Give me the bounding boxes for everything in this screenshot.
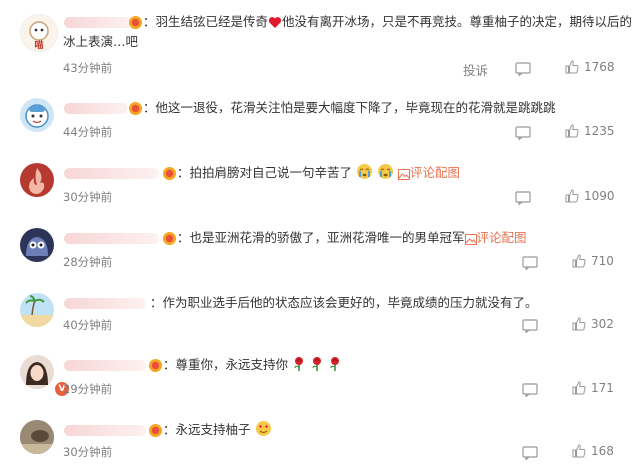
thumbs-up-icon [572, 317, 586, 331]
username-blurred[interactable] [64, 168, 159, 179]
thumbs-up-icon [565, 189, 579, 203]
comment-image-link[interactable]: 评论配图 [477, 230, 527, 245]
username-blurred[interactable] [64, 360, 146, 371]
portrait-avatar-icon [20, 355, 54, 389]
reply-icon[interactable] [515, 62, 531, 76]
like-button[interactable]: 710 [572, 254, 614, 268]
timestamp: 43分钟前 [63, 61, 113, 75]
image-icon [397, 169, 410, 180]
vip-badge-icon [128, 15, 143, 30]
username-blurred[interactable] [64, 103, 128, 114]
like-count: 710 [591, 254, 614, 268]
username-blurred[interactable] [64, 233, 159, 244]
username-blurred[interactable] [64, 17, 132, 28]
reply-icon[interactable] [522, 319, 538, 333]
like-count: 171 [591, 381, 614, 395]
vip-badge-icon [162, 166, 177, 181]
reply-icon[interactable] [515, 191, 531, 205]
thumbs-up-icon [572, 444, 586, 458]
avatar[interactable] [20, 163, 54, 197]
comment-text-body: ：拍拍肩膀对自己说一句辛苦了 [177, 165, 353, 180]
cartoon-avatar-icon [25, 104, 49, 128]
thumbs-up-icon [565, 124, 579, 138]
photo-avatar-icon [20, 420, 54, 454]
comment-text-body: ：永远支持柚子 [163, 422, 251, 437]
like-button[interactable]: 1235 [565, 124, 615, 138]
like-button[interactable]: 302 [572, 317, 614, 331]
image-icon [464, 234, 477, 245]
comment-text: ：永远支持柚子 [163, 420, 272, 440]
rose-icon [330, 357, 339, 371]
reply-icon[interactable] [522, 383, 538, 397]
like-count: 168 [591, 444, 614, 458]
username-blurred[interactable] [64, 298, 146, 309]
like-button[interactable]: 1090 [565, 189, 615, 203]
reply-icon[interactable] [522, 256, 538, 270]
comment-text: ：拍拍肩膀对自己说一句辛苦了 评论配图 [177, 163, 460, 183]
avatar[interactable] [20, 98, 54, 132]
comment-text-part2: 他没有离开冰场，只是不再竞技。尊重柚子的决定，期待以后的 [282, 14, 633, 29]
thumbs-up-icon [572, 254, 586, 268]
vip-badge-icon [148, 423, 163, 438]
beach-avatar-icon [20, 295, 54, 327]
like-button[interactable]: 171 [572, 381, 614, 395]
vip-badge-icon [148, 358, 163, 373]
timestamp: 30分钟前 [63, 190, 113, 204]
report-button[interactable]: 投诉 [463, 60, 488, 79]
reply-icon[interactable] [515, 126, 531, 140]
comment-text-line2: 冰上表演…吧 [63, 34, 139, 49]
like-count: 302 [591, 317, 614, 331]
rose-icon [312, 357, 321, 371]
comment-text: ：羽生结弦已经是传奇 他没有离开冰场，只是不再竞技。尊重柚子的决定，期待以后的 [143, 12, 632, 32]
crying-emoji-icon [377, 164, 393, 179]
reply-icon[interactable] [522, 446, 538, 460]
comment-text-part1: ：羽生结弦已经是传奇 [143, 14, 269, 29]
avatar[interactable] [20, 293, 54, 327]
like-count: 1235 [584, 124, 615, 138]
love-emoji-icon [255, 421, 271, 436]
crying-emoji-icon [357, 164, 372, 179]
timestamp: 29分钟前 [63, 382, 113, 396]
thumbs-up-icon [565, 60, 579, 74]
thumbs-up-icon [572, 381, 586, 395]
username-blurred[interactable] [64, 425, 146, 436]
comment-list: 喵 ：羽生结弦已经是传奇 他没有离开冰场，只是不再竞技。尊重柚子的决定，期待以后的… [0, 0, 641, 471]
comment-text: ：作为职业选手后他的状态应该会更好的，毕竟成绩的压力就没有了。 [150, 295, 538, 310]
timestamp: 40分钟前 [63, 318, 113, 332]
avatar[interactable] [20, 228, 54, 262]
comment-text-body: ：也是亚洲花滑的骄傲了，亚洲花滑唯一的男单冠军 [177, 230, 465, 245]
fire-avatar-icon [29, 168, 45, 194]
like-count: 1768 [584, 60, 615, 74]
timestamp: 44分钟前 [63, 125, 113, 139]
comment-text-body: ：尊重你，永远支持你 [163, 357, 289, 372]
avatar[interactable]: V [20, 355, 70, 397]
svg-text:喵: 喵 [34, 39, 43, 51]
avatar[interactable]: 喵 [20, 14, 58, 52]
timestamp: 30分钟前 [63, 445, 113, 459]
comment-image-link[interactable]: 评论配图 [410, 165, 460, 180]
comment-text: ：也是亚洲花滑的骄傲了，亚洲花滑唯一的男单冠军 评论配图 [177, 228, 527, 248]
like-button[interactable]: 168 [572, 444, 614, 458]
vip-badge-icon [162, 231, 177, 246]
rose-icon [294, 357, 303, 371]
comment-text: ：尊重你，永远支持你 [163, 355, 342, 375]
vip-badge-icon [128, 101, 143, 116]
comment-text: ：他这一退役，花滑关注怕是要大幅度下降了，毕竟现在的花滑就是跳跳跳 [143, 100, 556, 115]
avatar[interactable] [20, 420, 54, 454]
timestamp: 28分钟前 [63, 255, 113, 269]
like-button[interactable]: 1768 [565, 60, 615, 74]
like-count: 1090 [584, 189, 615, 203]
cat-avatar-icon: 喵 [29, 21, 49, 51]
owl-avatar-icon [26, 237, 48, 256]
heart-icon [268, 17, 282, 28]
